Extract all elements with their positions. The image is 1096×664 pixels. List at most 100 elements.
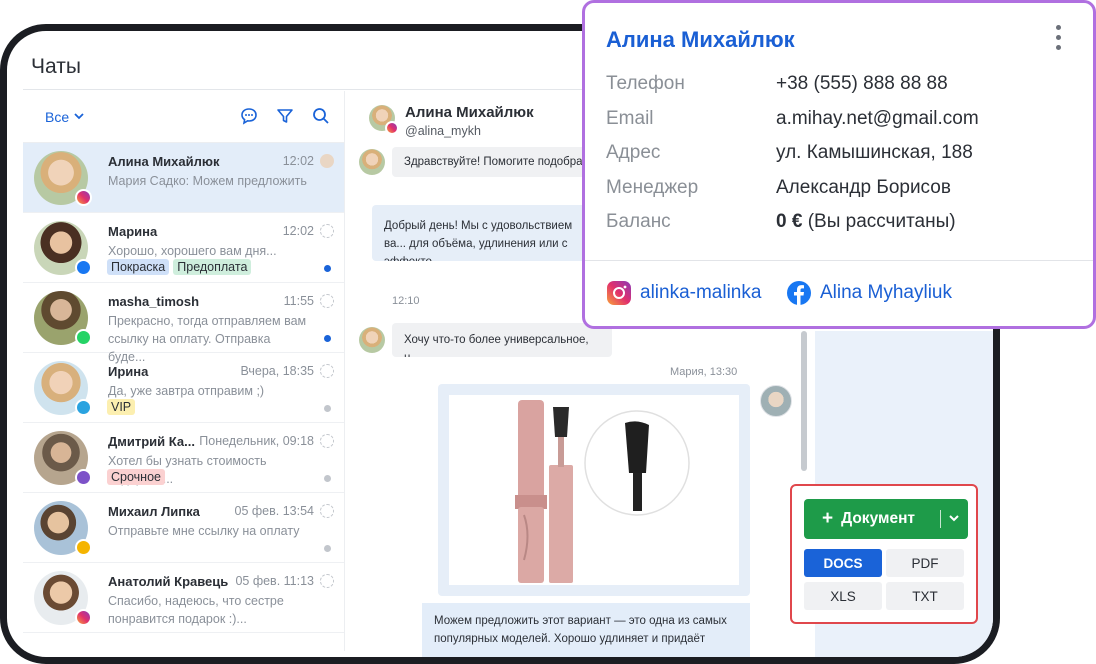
chat-list-sidebar: Все Алина Михайлюк 12:02 Мария Садко: Мо…	[23, 91, 344, 651]
product-image	[449, 395, 739, 585]
chat-preview: Да, уже завтра отправим ;)	[108, 384, 265, 398]
facebook-icon	[75, 259, 92, 276]
chat-name: Михаил Липка	[108, 504, 200, 519]
phone-value: +38 (555) 888 88 88	[776, 73, 948, 94]
outgoing-message: Можем предложить этот вариант — это одна…	[422, 603, 750, 657]
instagram-icon	[385, 121, 399, 135]
read-indicator	[324, 475, 331, 482]
button-divider	[940, 510, 941, 528]
unread-indicator	[324, 335, 331, 342]
status-icon	[320, 364, 334, 378]
balance-amount: 0 €	[776, 211, 803, 232]
scrollbar[interactable]	[801, 331, 807, 471]
unread-indicator	[324, 265, 331, 272]
manager-avatar	[760, 385, 792, 417]
manager-label: Менеджер	[606, 177, 699, 198]
new-chat-icon[interactable]	[240, 107, 258, 125]
chat-preview: Отправьте мне ссылку на оплату	[108, 524, 300, 538]
chat-time: Вчера, 18:35	[240, 364, 314, 378]
format-xls[interactable]: XLS	[804, 582, 882, 610]
address-value: ул. Камышинская, 188	[776, 142, 973, 163]
chat-list-item[interactable]: masha_timosh 11:55 Прекрасно, тогда отпр…	[23, 283, 344, 364]
add-document-label: Документ	[841, 510, 916, 527]
read-indicator	[324, 405, 331, 412]
tag: VIP	[107, 399, 136, 415]
message-time: 12:10	[392, 295, 420, 307]
avatar	[359, 327, 385, 353]
divider	[585, 260, 1093, 261]
chat-name: Дмитрий Ка...	[108, 434, 195, 449]
chat-header-name: Алина Михайлюк	[405, 104, 534, 121]
chat-list-item[interactable]: Ирина Вчера, 18:35 Да, уже завтра отправ…	[23, 353, 344, 423]
chat-list-item[interactable]: Дмитрий Ка... Понедельник, 09:18 Хотел б…	[23, 423, 344, 493]
format-pdf[interactable]: PDF	[886, 549, 964, 577]
instagram-link[interactable]: alinka-malinka	[606, 280, 761, 306]
incoming-message: Хочу что-то более универсальное, н...	[392, 323, 612, 357]
more-menu-icon[interactable]	[1056, 25, 1062, 53]
chat-time: 05 фев. 13:54	[234, 504, 314, 518]
chat-time: 12:02	[282, 224, 314, 238]
facebook-link[interactable]: Alina Myhayliuk	[786, 280, 952, 306]
status-icon	[320, 574, 334, 588]
contact-name: Алина Михайлюк	[606, 27, 795, 52]
chat-time: 11:55	[283, 294, 314, 308]
filter-dropdown[interactable]: Все	[45, 109, 84, 125]
facebook-handle: Alina Myhayliuk	[820, 282, 952, 303]
status-icon	[320, 434, 334, 448]
outgoing-message: Добрый день! Мы с удовольствием ва... дл…	[372, 205, 592, 261]
plus-icon: +	[822, 508, 834, 529]
tag: Предоплата	[173, 259, 252, 275]
chat-name: masha_timosh	[108, 294, 200, 309]
chat-preview: Мария Садко: Можем предложить	[108, 174, 307, 188]
balance-label: Баланс	[606, 211, 671, 232]
manager-avatar	[320, 154, 334, 168]
filter-label: Все	[45, 108, 70, 125]
chevron-down-icon	[74, 113, 84, 120]
email-label: Email	[606, 108, 654, 129]
page-title: Чаты	[31, 55, 81, 78]
chat-header-username: @alina_mykh	[405, 124, 481, 138]
address-label: Адрес	[606, 142, 661, 163]
chat-time: 12:02	[282, 154, 314, 168]
filter-icon[interactable]	[276, 107, 294, 125]
viber-icon	[75, 469, 92, 486]
manager-value: Александр Борисов	[776, 177, 951, 198]
chat-list-item[interactable]: Михаил Липка 05 фев. 13:54 Отправьте мне…	[23, 493, 344, 563]
chat-name: Анатолий Кравець	[108, 574, 229, 589]
phone-label: Телефон	[606, 73, 685, 94]
chat-name: Марина	[108, 224, 158, 239]
tag: Покраска	[107, 259, 170, 275]
read-indicator	[324, 545, 331, 552]
search-icon[interactable]	[312, 107, 330, 125]
chat-preview: Спасибо, надеюсь, что сестре понравится …	[108, 594, 284, 626]
status-icon	[320, 224, 334, 238]
instagram-icon	[607, 281, 631, 305]
format-docs[interactable]: DOCS	[804, 549, 882, 577]
document-panel: + Документ DOCS PDF XLS TXT	[790, 484, 978, 624]
chat-list-item[interactable]: Анатолий Кравець 05 фев. 11:13 Спасибо, …	[23, 563, 344, 633]
instagram-handle: alinka-malinka	[640, 282, 762, 303]
email-value: a.mihay.net@gmail.com	[776, 108, 979, 129]
status-icon	[320, 294, 334, 308]
chat-name: Ирина	[108, 364, 149, 379]
balance-note: (Вы рассчитаны)	[802, 211, 956, 232]
contact-card: Алина Михайлюк Телефон +38 (555) 888 88 …	[582, 0, 1096, 329]
chat-time: 05 фев. 11:13	[235, 574, 314, 588]
chat-list-item[interactable]: Алина Михайлюк 12:02 Мария Садко: Можем …	[23, 143, 344, 213]
chat-name: Алина Михайлюк	[108, 154, 220, 169]
image-message[interactable]	[438, 384, 750, 596]
whatsapp-icon	[75, 329, 92, 346]
format-txt[interactable]: TXT	[886, 582, 964, 610]
chat-preview: Хорошо, хорошего вам дня...	[108, 244, 277, 258]
add-document-button[interactable]: + Документ	[804, 499, 968, 539]
message-author-time: Мария, 13:30	[670, 366, 738, 378]
instagram-icon	[75, 189, 92, 206]
balance-value: 0 € (Вы рассчитаны)	[776, 211, 956, 233]
chat-source-icon	[75, 539, 92, 556]
chevron-down-icon[interactable]	[947, 511, 961, 525]
tag: Срочное	[107, 469, 165, 485]
chat-list-toolbar: Все	[23, 91, 344, 143]
telegram-icon	[75, 399, 92, 416]
chat-list-item[interactable]: Марина 12:02 Хорошо, хорошего вам дня...…	[23, 213, 344, 283]
status-icon	[320, 504, 334, 518]
